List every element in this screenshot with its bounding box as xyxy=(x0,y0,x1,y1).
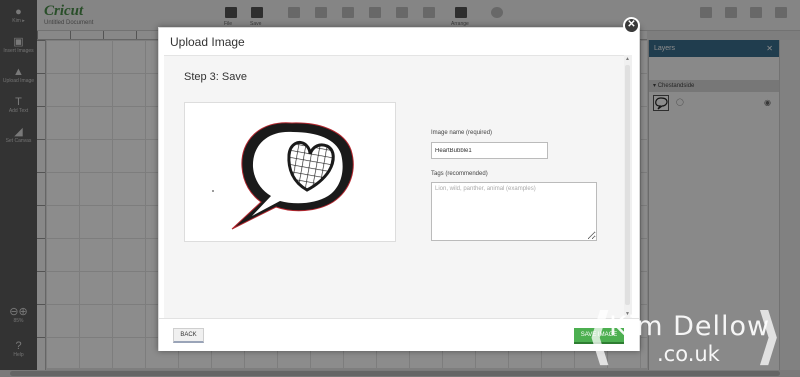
dialog-scrollbar-thumb[interactable] xyxy=(625,65,630,305)
dialog-body: Step 3: Save Image name (required) Heart… xyxy=(164,55,630,318)
upload-image-dialog: Upload Image Step 3: Save Image name (re… xyxy=(158,27,640,351)
back-button[interactable]: BACK xyxy=(173,328,204,343)
image-name-input[interactable] xyxy=(431,142,548,159)
dialog-scrollbar[interactable]: ▲ ▼ xyxy=(624,55,632,318)
heart-speech-bubble-image xyxy=(212,122,354,230)
watermark-name: Kim Dellow xyxy=(609,311,771,342)
watermark: ⟨ Kim Dellow .co.uk ⟩ xyxy=(585,299,795,373)
close-dialog-button[interactable]: ✕ xyxy=(623,17,640,34)
watermark-domain: .co.uk xyxy=(657,342,720,366)
image-preview xyxy=(184,102,396,242)
watermark-right-chevron: ⟩ xyxy=(755,299,784,372)
tags-input[interactable] xyxy=(431,182,597,241)
dialog-footer: BACK SAVE IMAGE xyxy=(159,318,639,351)
image-name-label: Image name (required) xyxy=(431,130,493,136)
step-title: Step 3: Save xyxy=(184,71,247,83)
tags-label: Tags (recommended) xyxy=(431,171,488,177)
dialog-title: Upload Image xyxy=(170,35,245,49)
close-icon: ✕ xyxy=(627,19,636,30)
scroll-up-icon[interactable]: ▲ xyxy=(625,56,630,62)
